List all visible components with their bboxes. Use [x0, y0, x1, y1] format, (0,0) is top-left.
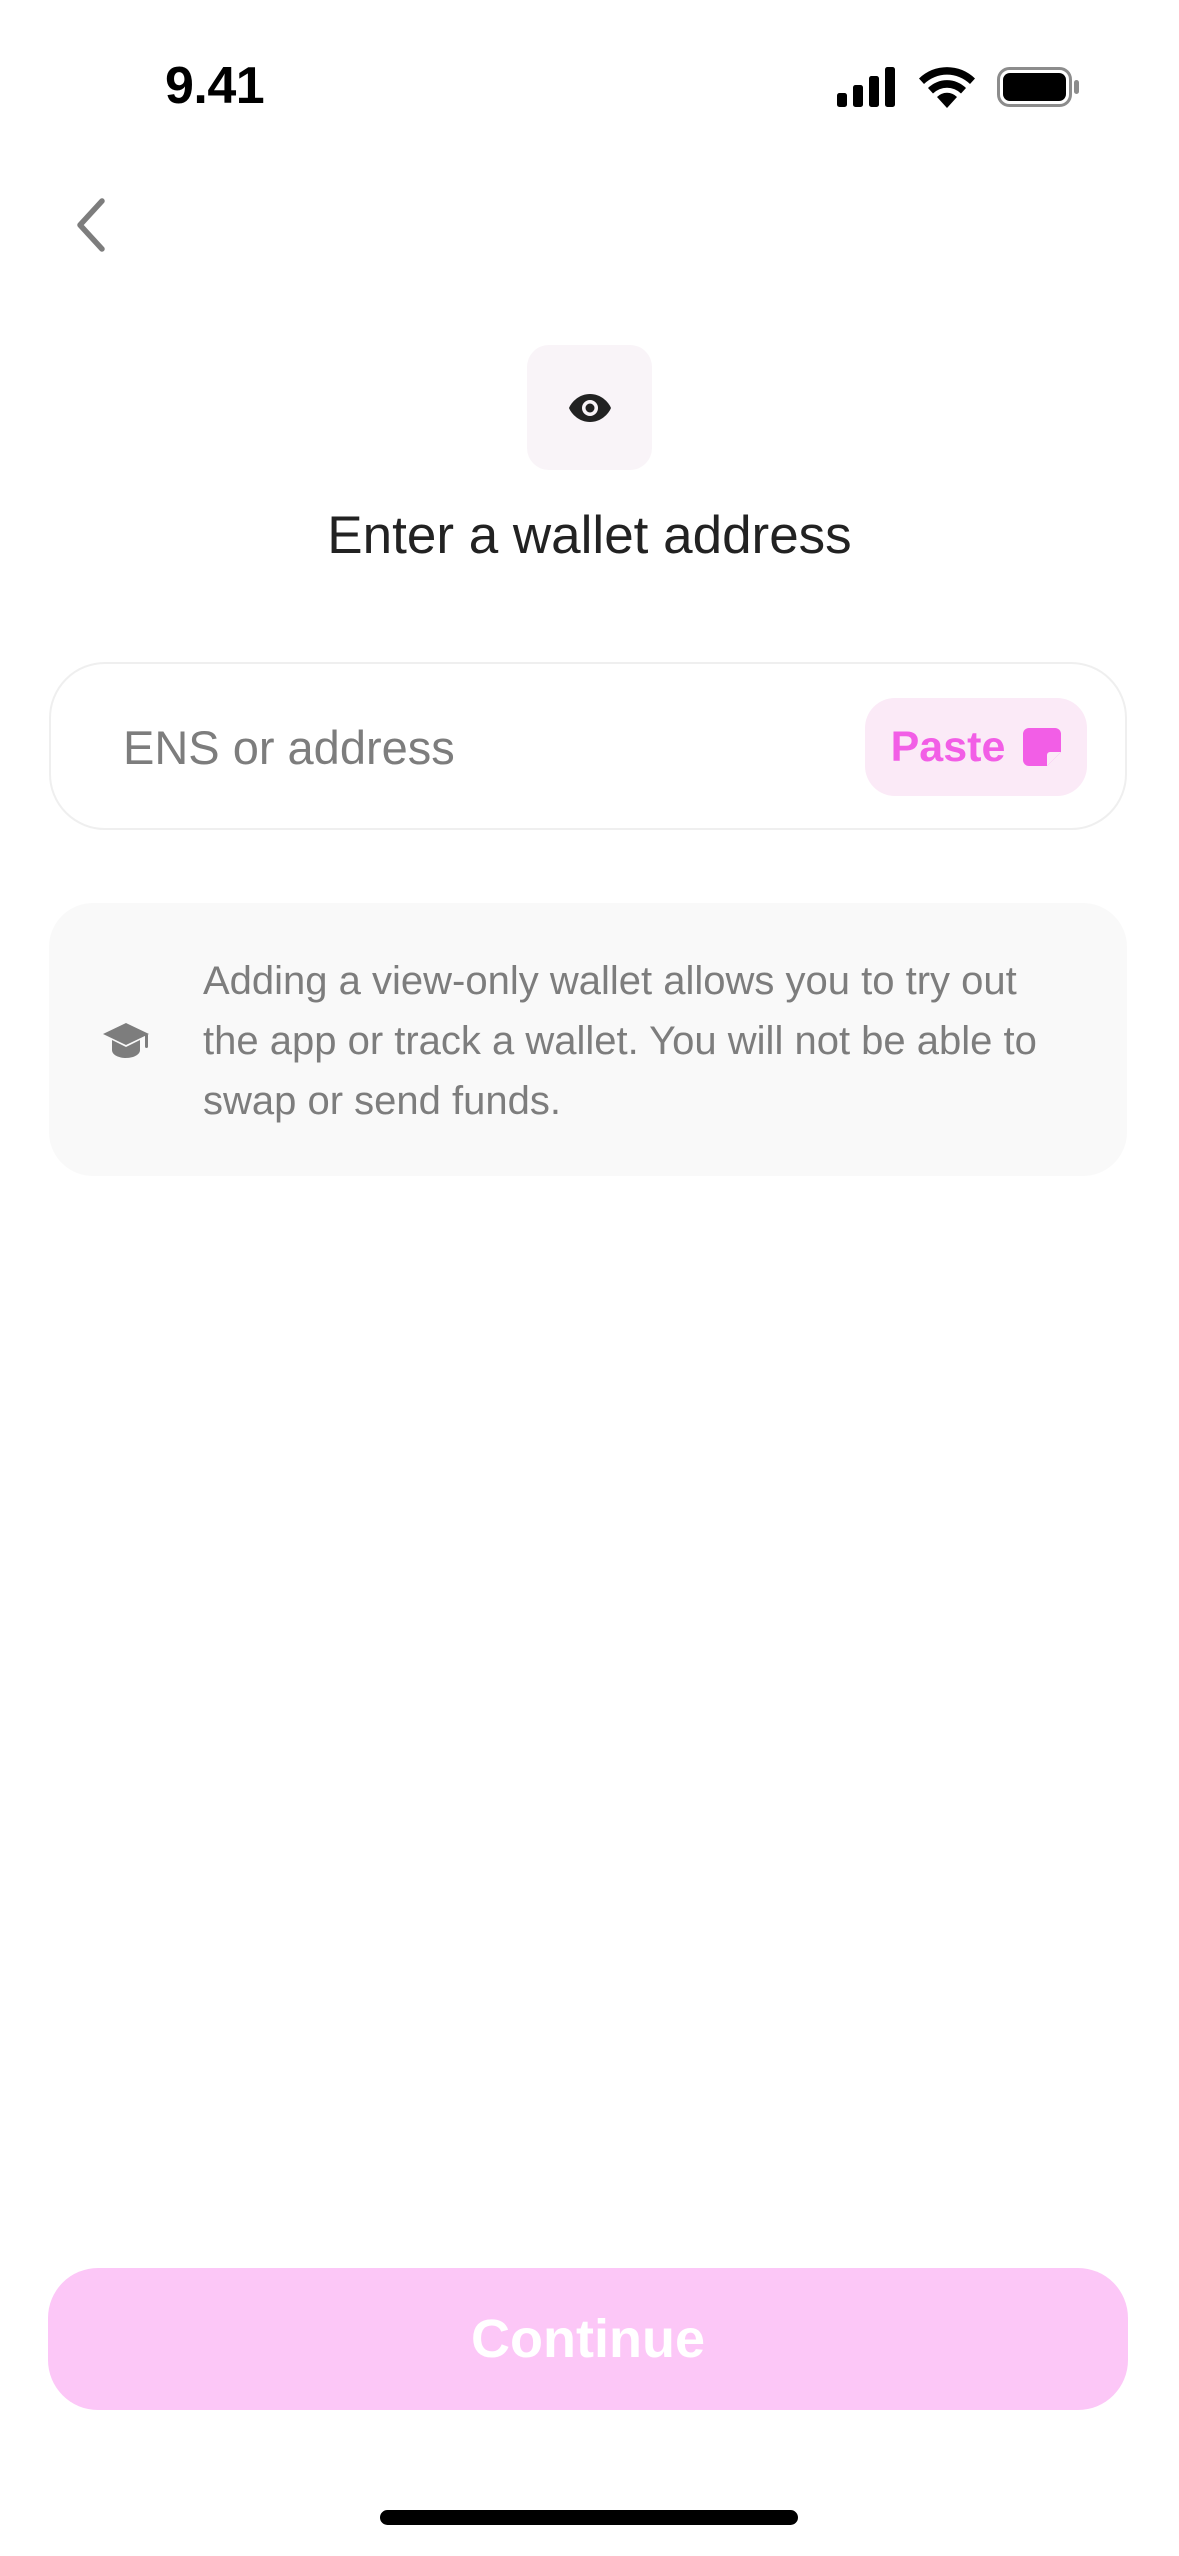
view-only-icon-tile [527, 345, 652, 470]
home-indicator [380, 2510, 798, 2525]
eye-icon [568, 393, 611, 422]
status-icons [837, 66, 1079, 108]
paste-button[interactable]: Paste [865, 698, 1087, 796]
back-button[interactable] [50, 180, 130, 270]
graduation-cap-icon [103, 1023, 149, 1058]
address-input[interactable] [121, 702, 845, 792]
address-input-row: Paste [49, 662, 1127, 830]
chevron-left-icon [77, 198, 105, 252]
continue-button[interactable]: Continue [48, 2268, 1128, 2410]
paste-label: Paste [890, 722, 1006, 771]
wifi-icon [919, 67, 975, 108]
battery-icon [997, 67, 1079, 107]
page-title: Enter a wallet address [327, 506, 852, 565]
cellular-signal-icon [837, 67, 895, 107]
view-only-info-box: Adding a view-only wallet allows you to … [49, 903, 1127, 1176]
info-text: Adding a view-only wallet allows you to … [203, 959, 1037, 1123]
status-bar: 9.41 [0, 0, 1179, 170]
clipboard-icon [1023, 728, 1062, 766]
status-time: 9.41 [165, 57, 265, 115]
